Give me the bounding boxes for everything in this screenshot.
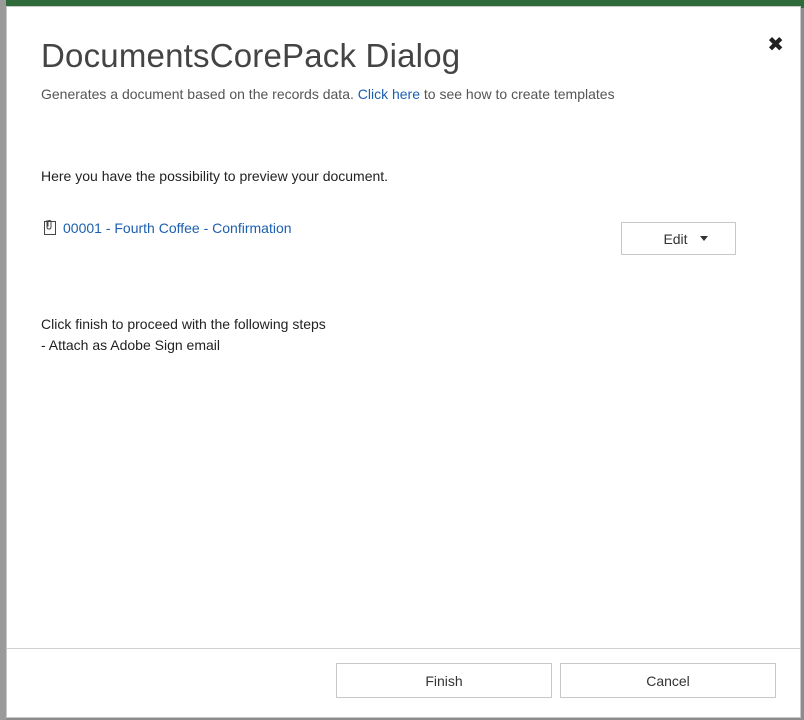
preview-intro-text: Here you have the possibility to preview… xyxy=(41,168,389,184)
close-icon[interactable]: ✖ xyxy=(767,35,784,55)
dialog-subtitle: Generates a document based on the record… xyxy=(41,86,615,102)
edit-dropdown-button[interactable]: Edit xyxy=(621,222,736,255)
subtitle-suffix-text: to see how to create templates xyxy=(420,86,615,102)
document-link[interactable]: 00001 - Fourth Coffee - Confirmation xyxy=(63,220,292,236)
help-link[interactable]: Click here xyxy=(358,86,420,102)
steps-text: Click finish to proceed with the followi… xyxy=(41,314,326,356)
caret-down-icon xyxy=(699,236,708,241)
footer-divider xyxy=(7,648,800,649)
dialog-title: DocumentsCorePack Dialog xyxy=(41,37,461,74)
cancel-button[interactable]: Cancel xyxy=(560,663,776,698)
steps-line-2: - Attach as Adobe Sign email xyxy=(41,337,220,353)
documentscorepack-dialog: ✖ DocumentsCorePack Dialog Generates a d… xyxy=(6,6,801,718)
paperclip-icon xyxy=(41,219,59,237)
finish-button[interactable]: Finish xyxy=(336,663,552,698)
edit-button-label: Edit xyxy=(663,230,688,247)
document-row: 00001 - Fourth Coffee - Confirmation xyxy=(41,219,292,237)
steps-line-1: Click finish to proceed with the followi… xyxy=(41,316,326,332)
subtitle-text: Generates a document based on the record… xyxy=(41,86,358,102)
